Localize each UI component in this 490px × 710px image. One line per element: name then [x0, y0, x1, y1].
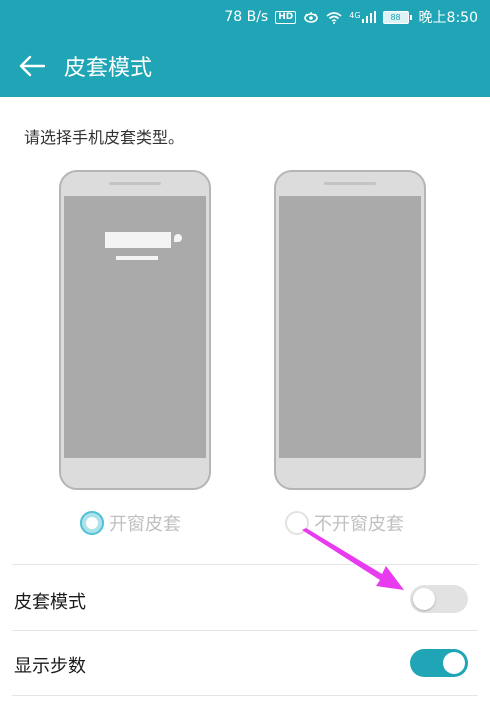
app-bar: 皮套模式	[0, 34, 490, 97]
window-cover-option[interactable]: 开窗皮套	[80, 510, 181, 536]
network-speed: 78 B/s	[224, 9, 269, 25]
phone-screen	[279, 196, 421, 458]
toggle-knob	[443, 652, 465, 674]
signal-icon: 4G	[349, 11, 376, 23]
phone-speaker	[109, 182, 161, 185]
no-window-cover-illustration[interactable]	[274, 170, 426, 490]
cover-type-prompt: 请选择手机皮套类型。	[24, 128, 185, 147]
radio-selected[interactable]	[80, 511, 104, 535]
cover-window-bar	[105, 232, 171, 248]
cover-mode-toggle[interactable]	[410, 585, 468, 613]
network-type: 4G	[349, 11, 361, 20]
toggle-knob	[413, 588, 435, 610]
window-cover-label: 开窗皮套	[109, 514, 181, 535]
window-cover-illustration[interactable]	[59, 170, 211, 490]
eye-comfort-icon	[303, 11, 319, 23]
phone-screen	[64, 196, 206, 458]
show-steps-toggle[interactable]	[410, 649, 468, 677]
cover-window-line	[116, 256, 158, 260]
clock: 晚上8:50	[418, 10, 478, 26]
cover-window-dot	[174, 234, 182, 242]
divider	[12, 695, 478, 696]
wifi-icon	[326, 11, 342, 24]
status-bar: 78 B/s HD 4G 88 晚上8:50	[0, 0, 490, 34]
back-button[interactable]	[0, 34, 64, 97]
show-steps-label: 显示步数	[14, 656, 86, 677]
pointer-arrow-icon	[302, 528, 404, 590]
phone-speaker	[324, 182, 376, 185]
divider	[12, 630, 478, 631]
top-bar: 78 B/s HD 4G 88 晚上8:50 皮套模式	[0, 0, 490, 97]
page-title: 皮套模式	[64, 55, 153, 81]
arrow-left-icon	[19, 55, 45, 76]
cover-mode-label: 皮套模式	[14, 592, 86, 613]
battery-icon: 88	[382, 10, 412, 24]
battery-level: 88	[382, 10, 409, 24]
hd-badge: HD	[275, 10, 297, 24]
